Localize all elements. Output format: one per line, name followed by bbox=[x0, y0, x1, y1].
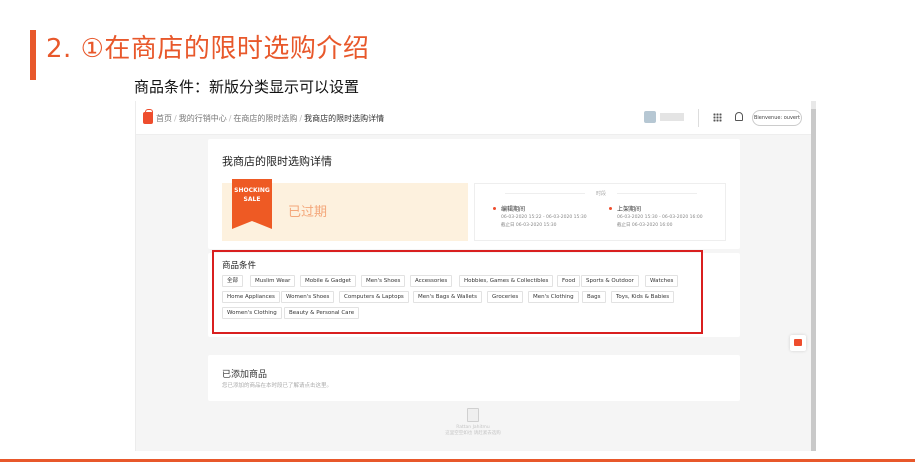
added-products-title: 已添加商品 bbox=[222, 370, 268, 380]
period-dot-icon bbox=[609, 207, 612, 210]
empty-state-text: Rattan Jahitmu 这里空空如也 请赶紧去选购 bbox=[445, 425, 501, 436]
breadcrumb-marketing[interactable]: 我的行销中心 bbox=[179, 114, 227, 123]
period-label: 时段 bbox=[475, 190, 727, 197]
period-dot-icon bbox=[493, 207, 496, 210]
highlight-box bbox=[212, 250, 703, 334]
empty-state-icon bbox=[467, 408, 479, 422]
breadcrumb: 首页 / 我的行销中心 / 在商店的限时选购 / 我商店的限时选购详情 bbox=[156, 114, 385, 123]
chat-icon bbox=[794, 339, 802, 346]
slide-title: 2. ①在商店的限时选购介绍 bbox=[46, 34, 370, 64]
divider bbox=[698, 109, 699, 127]
shocking-sale-badge: SHOCKING SALE bbox=[232, 179, 272, 229]
shop-name-placeholder[interactable] bbox=[660, 113, 684, 121]
bottom-accent-line bbox=[0, 459, 915, 462]
promo-status-box: SHOCKING SALE 已过期 bbox=[222, 179, 468, 241]
slide: 2. ①在商店的限时选购介绍 商品条件：新版分类显示可以设置 首页 / 我的行销中心… bbox=[0, 0, 915, 465]
screenshot-frame: 首页 / 我的行销中心 / 在商店的限时选购 / 我商店的限时选购详情 Bienvenue:… bbox=[135, 101, 816, 451]
flash-sale-detail-card: 我商店的限时选购详情 SHOCKING SALE 已过期 时段 编辑期间 06-… bbox=[208, 139, 740, 249]
added-products-card: 已添加商品 您已添加的商品在本时段已了解请点击这里。 bbox=[208, 355, 740, 401]
breadcrumb-current: 我商店的限时选购详情 bbox=[304, 114, 385, 123]
period-box: 时段 编辑期间 06-03-2020 15:22 - 06-03-2020 15… bbox=[474, 183, 726, 241]
title-accent-bar bbox=[30, 30, 36, 80]
status-expired: 已过期 bbox=[288, 205, 328, 220]
language-button[interactable]: Bienvenue: ouvert bbox=[752, 110, 802, 126]
apps-grid-icon[interactable] bbox=[713, 113, 722, 122]
scrollbar-thumb[interactable] bbox=[811, 109, 816, 451]
breadcrumb-flash-sale[interactable]: 在商店的限时选购 bbox=[233, 114, 297, 123]
shopee-logo-icon[interactable] bbox=[143, 109, 153, 124]
detail-title: 我商店的限时选购详情 bbox=[222, 155, 332, 168]
bell-icon[interactable] bbox=[735, 112, 743, 121]
chat-button[interactable] bbox=[790, 335, 806, 351]
top-navigation-bar: 首页 / 我的行销中心 / 在商店的限时选购 / 我商店的限时选购详情 Bienvenue:… bbox=[136, 101, 816, 135]
shop-avatar[interactable] bbox=[644, 111, 656, 123]
slide-subtitle: 商品条件：新版分类显示可以设置 bbox=[134, 78, 360, 96]
added-products-subtitle: 您已添加的商品在本时段已了解请点击这里。 bbox=[222, 383, 333, 389]
breadcrumb-home[interactable]: 首页 bbox=[156, 114, 172, 123]
